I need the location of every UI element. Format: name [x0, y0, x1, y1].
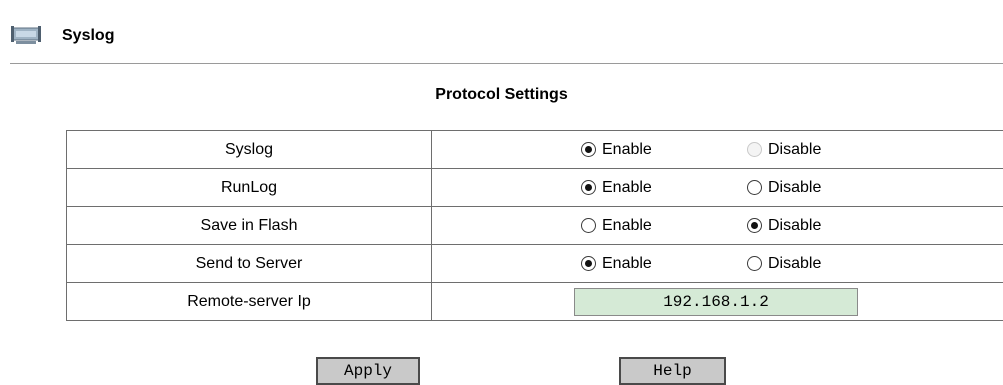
syslog-disable-radio: [747, 142, 762, 157]
save-in-flash-label: Save in Flash: [66, 206, 432, 245]
remote-server-ip-cell: [432, 283, 1003, 321]
runlog-disable-radio[interactable]: [747, 180, 762, 195]
syslog-options: Enable Disable: [431, 130, 1003, 169]
table-row: Send to Server Enable Disable: [66, 244, 1003, 283]
runlog-options: Enable Disable: [431, 168, 1003, 207]
table-row: Save in Flash Enable Disable: [66, 206, 1003, 245]
runlog-enable-radio[interactable]: [581, 180, 596, 195]
radio-label: Disable: [768, 178, 822, 196]
radio-label: Enable: [602, 140, 652, 158]
send-to-server-disable-radio[interactable]: [747, 256, 762, 271]
remote-server-ip-input[interactable]: [574, 287, 858, 316]
runlog-label: RunLog: [66, 168, 432, 207]
syslog-disable-option: Disable: [747, 141, 821, 159]
syslog-enable-option[interactable]: Enable: [581, 141, 652, 159]
runlog-disable-option[interactable]: Disable: [747, 179, 821, 197]
router-icon: [10, 24, 44, 48]
send-to-server-options: Enable Disable: [431, 244, 1003, 283]
save-in-flash-options: Enable Disable: [431, 206, 1003, 245]
save-in-flash-enable-option[interactable]: Enable: [581, 217, 652, 235]
radio-label: Enable: [602, 254, 652, 272]
remote-server-ip-label: Remote-server Ip: [66, 282, 432, 321]
table-row: Syslog Enable Disable: [66, 130, 1003, 169]
header-divider: [10, 63, 1003, 64]
syslog-label: Syslog: [66, 130, 432, 169]
help-button[interactable]: Help: [619, 357, 726, 385]
save-in-flash-disable-option[interactable]: Disable: [747, 217, 821, 235]
send-to-server-disable-option[interactable]: Disable: [747, 255, 821, 273]
table-row: Remote-server Ip: [66, 282, 1003, 321]
radio-label: Disable: [768, 140, 822, 158]
radio-label: Enable: [602, 216, 652, 234]
save-in-flash-disable-radio[interactable]: [747, 218, 762, 233]
page-header: Syslog: [10, 22, 114, 50]
radio-label: Enable: [602, 178, 652, 196]
send-to-server-enable-radio[interactable]: [581, 256, 596, 271]
page-title: Syslog: [62, 27, 115, 44]
send-to-server-enable-option[interactable]: Enable: [581, 255, 652, 273]
save-in-flash-enable-radio[interactable]: [581, 218, 596, 233]
runlog-enable-option[interactable]: Enable: [581, 179, 652, 197]
send-to-server-label: Send to Server: [66, 244, 432, 283]
apply-button[interactable]: Apply: [316, 357, 420, 385]
settings-table: Syslog Enable Disable RunLog Enable Disa…: [66, 130, 1003, 321]
table-row: RunLog Enable Disable: [66, 168, 1003, 207]
section-title: Protocol Settings: [435, 86, 568, 103]
radio-label: Disable: [768, 254, 822, 272]
syslog-enable-radio[interactable]: [581, 142, 596, 157]
radio-label: Disable: [768, 216, 822, 234]
